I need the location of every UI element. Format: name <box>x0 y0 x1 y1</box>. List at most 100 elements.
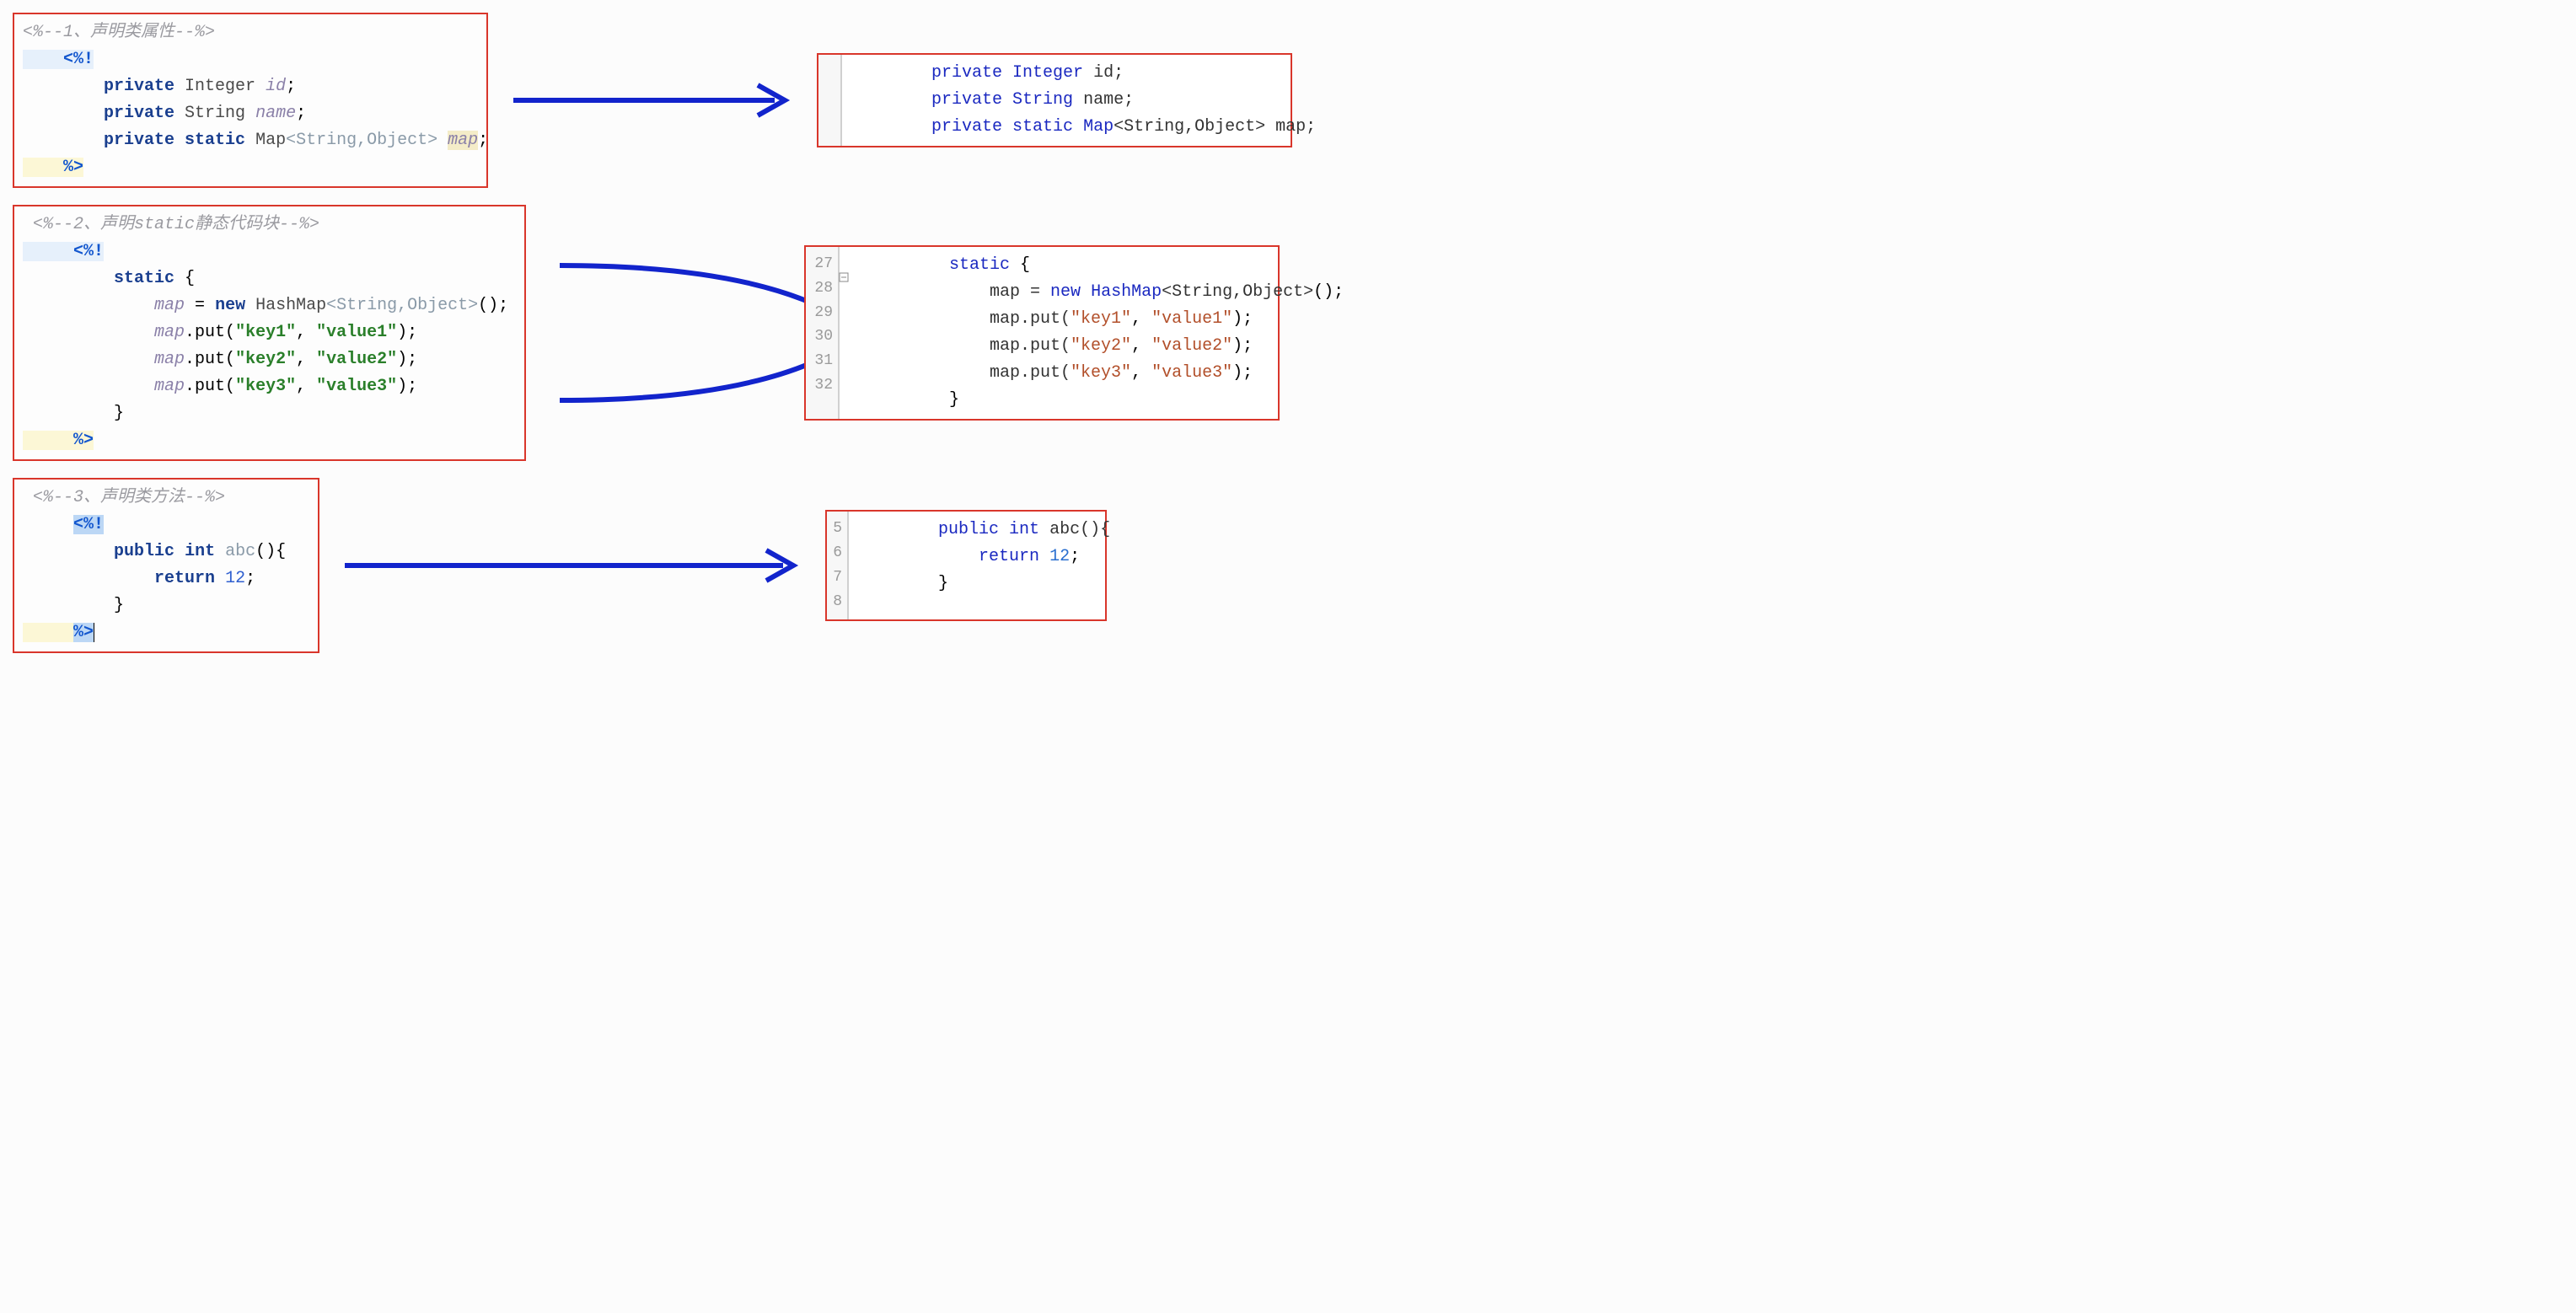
row-1: <%--1、声明类属性--%> <%! private Integer id; … <box>13 13 2563 188</box>
ident: map <box>154 377 185 396</box>
gutter-wrap: 5678 public int abc(){ return 12; } <box>827 512 1105 619</box>
string: "value2" <box>1151 336 1232 356</box>
end: ); <box>397 350 417 369</box>
code: <%--2、声明static静态代码块--%> <%! static { map… <box>14 206 524 459</box>
comment: <%--3、声明类方法--%> <box>33 488 225 507</box>
comma: , <box>1131 309 1151 329</box>
arrow-icon <box>505 75 800 126</box>
string: "key1" <box>235 323 296 342</box>
jsp-close: %> <box>63 158 83 177</box>
type: Integer <box>1012 63 1083 83</box>
ln: 27 <box>814 255 833 272</box>
comma: , <box>296 350 316 369</box>
type: String <box>185 104 245 123</box>
end: ); <box>1232 363 1253 383</box>
kw-int: int <box>1009 520 1039 539</box>
kw-static: static <box>114 269 174 288</box>
number: 12 <box>225 569 245 588</box>
ident: map <box>448 131 478 150</box>
ident: map <box>154 323 185 342</box>
ln: 6 <box>833 544 842 561</box>
gutter-margin <box>818 55 841 146</box>
number: 12 <box>1049 547 1070 566</box>
kw: private <box>104 77 174 96</box>
gutter-wrap: private Integer id; private String name;… <box>818 55 1291 146</box>
call: map.put( <box>990 363 1071 383</box>
ident: map; <box>1275 117 1316 137</box>
ident: map <box>154 350 185 369</box>
generic: <String,Object> <box>1162 282 1313 302</box>
kw: private <box>931 117 1002 137</box>
method: abc <box>225 542 255 561</box>
ln: 28 <box>814 280 833 297</box>
gutter-fold <box>841 55 842 146</box>
code: <%--1、声明类属性--%> <%! private Integer id; … <box>14 14 486 186</box>
ln: 8 <box>833 593 842 610</box>
kw: private <box>931 90 1002 110</box>
ln: 29 <box>814 304 833 321</box>
arrow-icon <box>336 540 808 591</box>
method: abc(){ <box>1049 520 1110 539</box>
kw-public: public <box>114 542 174 561</box>
type: HashMap <box>255 296 326 315</box>
kw-static: static <box>949 255 1010 275</box>
paren: (){ <box>255 542 286 561</box>
kw: private <box>104 104 174 123</box>
java-block-1: private Integer id; private String name;… <box>817 53 1292 147</box>
type: Map <box>1083 117 1114 137</box>
code: public int abc(){ return 12; } <box>849 512 1119 619</box>
code: <%--3、声明类方法--%> <%! public int abc(){ re… <box>14 480 318 651</box>
code: private Integer id; private String name;… <box>842 55 1324 146</box>
string: "value1" <box>1151 309 1232 329</box>
string: "value3" <box>316 377 397 396</box>
kw-public: public <box>938 520 999 539</box>
jsp-block-2: <%--2、声明static静态代码块--%> <%! static { map… <box>13 205 526 461</box>
row-3: <%--3、声明类方法--%> <%! public int abc(){ re… <box>13 478 2563 653</box>
comma: , <box>296 323 316 342</box>
string: "value2" <box>316 350 397 369</box>
dot: .put( <box>185 350 235 369</box>
string: "key1" <box>1071 309 1131 329</box>
generic: <String,Object> <box>326 296 478 315</box>
java-block-3: 5678 public int abc(){ return 12; } <box>825 510 1107 620</box>
string: "key3" <box>235 377 296 396</box>
kw: static <box>185 131 245 150</box>
row-2: <%--2、声明static静态代码块--%> <%! static { map… <box>13 205 2563 461</box>
jsp-block-1: <%--1、声明类属性--%> <%! private Integer id; … <box>13 13 488 188</box>
gutter-fold <box>848 512 849 619</box>
dot: .put( <box>185 377 235 396</box>
end: ); <box>1232 309 1253 329</box>
ln: 30 <box>814 328 833 345</box>
end: ); <box>397 323 417 342</box>
generic: <String,Object> <box>286 131 437 150</box>
string: "value3" <box>1151 363 1232 383</box>
ident: map <box>154 296 185 315</box>
string: "key2" <box>235 350 296 369</box>
type: String <box>1012 90 1073 110</box>
call: map.put( <box>990 336 1071 356</box>
tail: (); <box>1313 282 1344 302</box>
kw-new: new <box>215 296 245 315</box>
java-block-2: 272829303132 static { map = new HashMap<… <box>804 245 1280 421</box>
type: Map <box>255 131 286 150</box>
ident: map = <box>990 282 1050 302</box>
code: static { map = new HashMap<String,Object… <box>840 247 1352 419</box>
comment: <%--2、声明static静态代码块--%> <box>33 215 319 234</box>
call: map.put( <box>990 309 1071 329</box>
dot: .put( <box>185 323 235 342</box>
fold-minus-icon[interactable] <box>839 272 851 284</box>
gutter-wrap: 272829303132 static { map = new HashMap<… <box>806 247 1278 419</box>
ln: 5 <box>833 520 842 537</box>
end: ); <box>1232 336 1253 356</box>
jsp-close: %> <box>73 431 94 450</box>
jsp-open: <%! <box>73 515 104 534</box>
kw: private <box>931 63 1002 83</box>
comma: , <box>296 377 316 396</box>
generic: <String,Object> <box>1114 117 1265 137</box>
tail: (); <box>478 296 508 315</box>
gutter-fold <box>839 247 840 419</box>
string: "key3" <box>1071 363 1131 383</box>
kw-int: int <box>185 542 215 561</box>
comma: , <box>1131 336 1151 356</box>
gutter-linenums: 5678 <box>827 512 848 619</box>
